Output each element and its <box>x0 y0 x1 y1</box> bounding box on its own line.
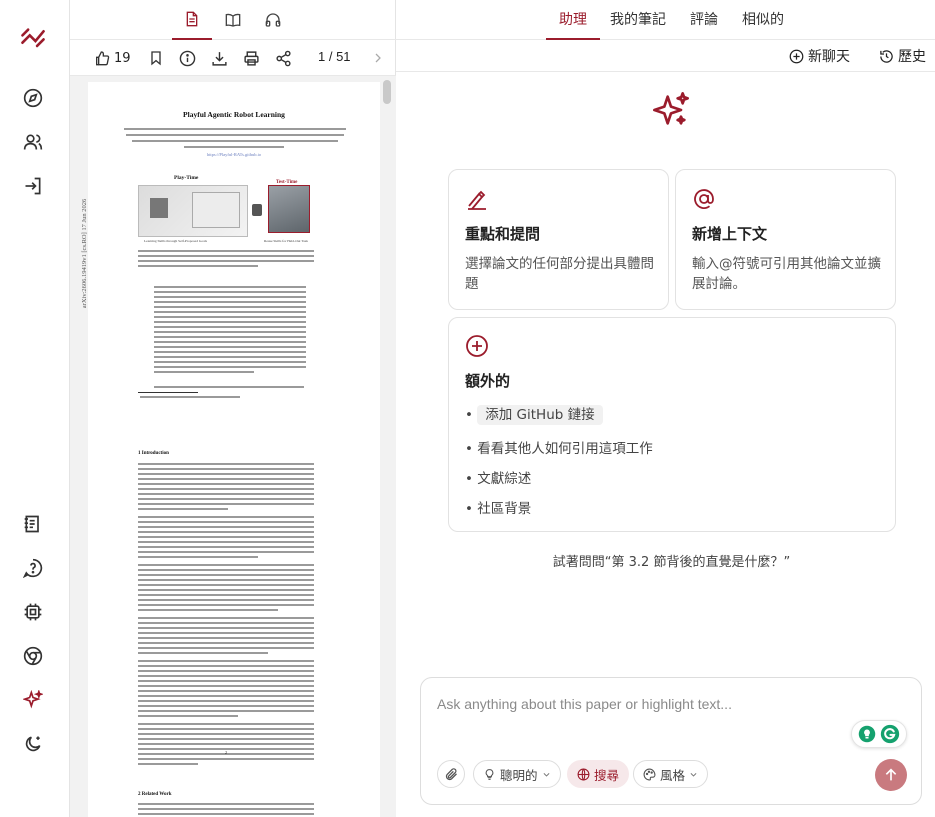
pdf-view-tabs <box>70 0 396 40</box>
grammarly-icon <box>880 724 900 744</box>
mode-dropdown[interactable]: 聰明的 <box>473 760 561 788</box>
paper-title: Playful Agentic Robot Learning <box>183 110 285 119</box>
compass-icon[interactable] <box>20 85 46 111</box>
paperclip-icon[interactable] <box>437 760 465 788</box>
extra-item-citations-label: 看看其他人如何引用這項工作 <box>477 441 653 457</box>
highlight-card[interactable]: 重點和提問 選擇論文的任何部分提出具體問題 <box>448 169 669 310</box>
style-dropdown[interactable]: 風格 <box>633 760 709 788</box>
pdf-viewer[interactable]: Playful Agentic Robot Learning https://P… <box>70 76 396 817</box>
chat-composer: 聰明的 搜尋 風格 <box>420 677 922 805</box>
highlight-card-title: 重點和提問 <box>465 225 541 243</box>
notes-icon[interactable] <box>20 511 46 537</box>
tab-similar[interactable]: 相似的 <box>742 0 784 40</box>
chrome-icon[interactable] <box>20 643 46 669</box>
extra-item-community-label: 社區背景 <box>477 501 532 517</box>
chevron-down-icon <box>543 772 549 777</box>
highlight-card-desc: 選擇論文的任何部分提出具體問題 <box>465 256 654 292</box>
context-card-title: 新增上下文 <box>692 225 768 243</box>
chevron-down-icon <box>690 772 697 777</box>
lightbulb-outline-icon <box>485 768 494 780</box>
sparkle-rail-icon[interactable] <box>20 687 46 713</box>
globe-icon <box>577 767 590 781</box>
figure-play-time-label: Play-Time <box>174 175 199 181</box>
assistant-tabs: 助理 我的筆記 評論 相似的 <box>396 0 935 40</box>
palette-icon <box>643 768 656 780</box>
like-count: 19 <box>114 50 131 66</box>
paper-url: https://Playful-RATs.github.io <box>206 152 262 157</box>
tab-my-notes[interactable]: 我的筆記 <box>610 0 666 40</box>
extra-item-literature-label: 文獻綜述 <box>477 471 532 487</box>
book-icon[interactable] <box>213 0 253 40</box>
grammarly-badge[interactable] <box>851 720 907 748</box>
page-footer-number: 2 <box>225 750 227 755</box>
headphones-icon[interactable] <box>253 0 293 40</box>
like-button[interactable]: 19 <box>94 47 131 69</box>
extra-item-community[interactable]: • 社區背景 <box>465 497 531 517</box>
users-icon[interactable] <box>20 129 46 155</box>
pdf-page: Playful Agentic Robot Learning https://P… <box>81 82 380 817</box>
info-icon[interactable] <box>179 47 196 69</box>
sign-in-icon[interactable] <box>20 173 46 199</box>
download-icon[interactable] <box>211 47 228 69</box>
suggested-question[interactable]: 試著問問“第 3.2 節背後的直覺是什麼？” <box>396 551 935 570</box>
tab-comments[interactable]: 評論 <box>690 0 718 40</box>
extra-item-literature[interactable]: • 文獻綜述 <box>465 467 531 487</box>
style-label: 風格 <box>660 767 686 783</box>
new-chat-button[interactable]: 新聊天 <box>789 46 850 66</box>
extra-item-citations[interactable]: • 看看其他人如何引用這項工作 <box>465 437 653 457</box>
extra-item-github[interactable]: • 添加 GitHub 鏈接 <box>465 403 603 425</box>
search-toggle[interactable]: 搜尋 <box>567 760 630 788</box>
at-sign-icon <box>692 187 716 215</box>
left-rail <box>0 0 70 817</box>
help-circle-icon[interactable] <box>20 555 46 581</box>
thumbs-up-icon <box>96 51 110 66</box>
send-button[interactable] <box>875 759 907 791</box>
moon-icon[interactable] <box>20 731 46 757</box>
extra-card: 額外的 • 添加 GitHub 鏈接 • 看看其他人如何引用這項工作 • 文獻綜… <box>448 317 896 532</box>
pdf-panel: 19 1 / 51 Playful Agentic Robot Learning <box>70 0 396 817</box>
highlight-pen-icon <box>465 188 489 216</box>
pdf-toolbar: 19 1 / 51 <box>70 40 396 76</box>
mode-label: 聰明的 <box>500 767 538 783</box>
assistant-sparkle-icon <box>651 90 691 134</box>
context-card[interactable]: 新增上下文 輸入@符號可引用其他論文並擴展討論。 <box>675 169 896 310</box>
context-card-desc: 輸入@符號可引用其他論文並擴展討論。 <box>692 256 881 292</box>
tab-assistant[interactable]: 助理 <box>546 0 600 40</box>
plus-circle-small-icon <box>789 49 804 63</box>
bookmark-icon[interactable] <box>148 47 164 69</box>
search-label: 搜尋 <box>594 767 620 783</box>
plus-circle-icon <box>465 334 489 362</box>
github-link-chip[interactable]: 添加 GitHub 鏈接 <box>477 405 603 425</box>
history-button[interactable]: 歷史 <box>879 46 926 66</box>
arxiv-stamp: arXiv:2606.19419v1 [cs.RO] 17 Jun 2026 <box>81 198 89 309</box>
print-icon[interactable] <box>243 47 260 69</box>
chip-icon[interactable] <box>20 599 46 625</box>
assistant-toolbar: 新聊天 歷史 <box>396 40 935 72</box>
figure-caption-right: Reuse Skills for Held-Out Task <box>264 239 308 243</box>
chevron-right-icon[interactable] <box>372 47 384 69</box>
related-work-heading: 2 Related Work <box>138 792 172 797</box>
chat-input[interactable] <box>437 696 857 712</box>
figure-caption-left: Learning Skills through Self-Proposed Go… <box>144 239 207 243</box>
pdf-scrollbar[interactable] <box>383 80 391 104</box>
page-indicator: 1 / 51 <box>318 49 351 64</box>
history-label: 歷史 <box>898 49 926 65</box>
lightbulb-icon <box>858 725 876 743</box>
new-chat-label: 新聊天 <box>808 49 850 65</box>
assistant-panel: 助理 我的筆記 評論 相似的 新聊天 歷史 重點和提問 選擇論文的任何部分提出具… <box>396 0 935 817</box>
extra-card-title: 額外的 <box>465 372 511 390</box>
arrow-up-icon <box>885 768 897 781</box>
share-icon[interactable] <box>275 47 292 69</box>
intro-heading: 1 Introduction <box>138 451 169 456</box>
history-icon <box>880 49 893 63</box>
app-logo-icon[interactable] <box>20 24 46 50</box>
document-icon[interactable] <box>172 0 212 40</box>
